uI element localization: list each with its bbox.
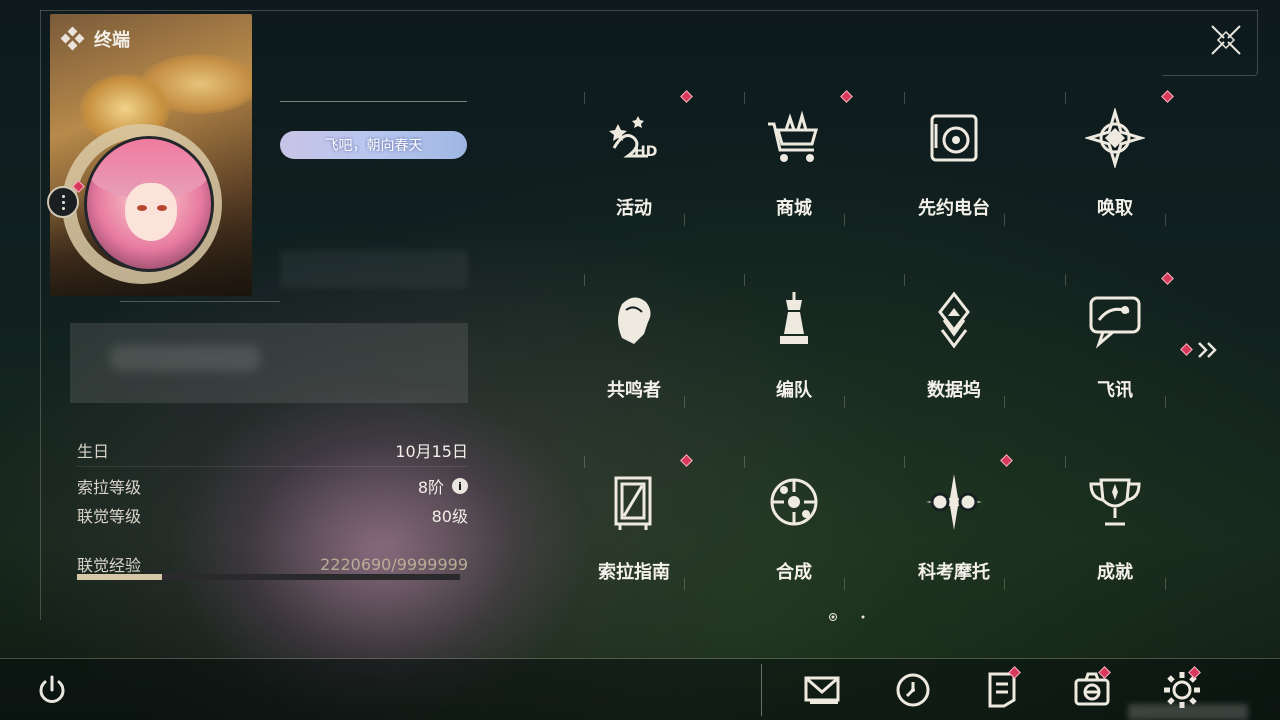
databank-icon xyxy=(938,291,970,349)
clock-icon xyxy=(896,673,930,707)
birthday-value: 10月15日 xyxy=(395,442,468,461)
sola-level-value: 8阶 xyxy=(417,478,444,497)
double-chevron-right-icon xyxy=(1198,342,1217,358)
terminal-header: 终端 xyxy=(60,26,130,52)
grid-item-kokomoto[interactable]: 科考摩托 xyxy=(874,450,1034,626)
clock-button[interactable] xyxy=(893,670,933,710)
mail-icon xyxy=(804,676,840,704)
blurred-name-area xyxy=(280,250,468,288)
avatar[interactable] xyxy=(84,136,214,272)
events-2nd-anniversary-icon: HD xyxy=(609,116,657,160)
notification-badge xyxy=(1000,454,1013,467)
chat-bubble-icon xyxy=(1089,296,1141,349)
notification-badge xyxy=(840,90,853,103)
sola-level-label: 索拉等级 xyxy=(77,478,142,497)
profile-divider xyxy=(120,301,280,302)
signature-badge[interactable]: 飞吧，朝向春天 xyxy=(280,131,467,159)
union-level-value: 80级 xyxy=(431,507,468,526)
union-exp-label: 联觉经验 xyxy=(77,556,142,575)
grid-item-achievements[interactable]: 成就 xyxy=(1035,450,1195,626)
shop-cart-icon xyxy=(768,110,818,162)
motorcycle-icon xyxy=(926,474,982,530)
grid-item-label: 成就 xyxy=(1097,562,1133,583)
union-level-label: 联觉等级 xyxy=(77,507,142,526)
blurred-id-box xyxy=(70,323,468,403)
corner-watermark xyxy=(1128,704,1248,720)
bottom-divider xyxy=(0,658,1280,659)
info-icon[interactable]: i xyxy=(452,478,468,494)
frame-line-left xyxy=(40,10,41,620)
grid-item-label: 科考摩托 xyxy=(918,562,990,583)
grid-item-synthesis[interactable]: 合成 xyxy=(714,450,874,626)
power-button[interactable] xyxy=(34,672,70,708)
convene-compass-icon xyxy=(1085,108,1145,168)
page-title: 终端 xyxy=(94,30,130,51)
notification-badge xyxy=(1161,90,1174,103)
grid-item-shop[interactable]: 商城 xyxy=(714,86,874,262)
grid-item-label: 编队 xyxy=(776,380,812,401)
power-icon xyxy=(39,675,65,703)
grid-item-label: 唤取 xyxy=(1097,198,1133,219)
birthday-row: 生日 10月15日 xyxy=(77,438,468,462)
sola-level-row: 索拉等级 8阶 i xyxy=(77,474,468,498)
notification-badge xyxy=(1161,272,1174,285)
grid-item-guidebook[interactable]: 索拉指南 xyxy=(554,450,714,626)
grid-item-label: 先约电台 xyxy=(918,198,990,219)
grid-item-radio[interactable]: 先约电台 xyxy=(874,86,1034,262)
next-page-button[interactable] xyxy=(1196,340,1236,360)
grid-item-label: 飞讯 xyxy=(1097,380,1133,401)
notice-button[interactable] xyxy=(982,666,1022,710)
notification-badge xyxy=(680,454,693,467)
grid-item-resonators[interactable]: 共鸣者 xyxy=(554,268,714,444)
close-button[interactable] xyxy=(1208,22,1244,58)
grid-item-databank[interactable]: 数据坞 xyxy=(874,268,1034,444)
page-indicator xyxy=(829,613,865,621)
resonator-portrait-icon xyxy=(618,297,651,344)
union-exp-row: 联觉经验 2220690/9999999 xyxy=(77,552,468,576)
bottom-separator xyxy=(761,664,762,716)
more-dots-icon xyxy=(61,194,65,198)
union-exp-progress-bar xyxy=(77,574,460,580)
guidebook-icon xyxy=(614,476,652,530)
grid-item-label: 活动 xyxy=(616,198,652,219)
frame-line-top xyxy=(40,10,1258,11)
camera-button[interactable] xyxy=(1072,666,1112,710)
grid-item-messages[interactable]: 飞讯 xyxy=(1035,268,1195,444)
grid-item-label: 索拉指南 xyxy=(598,562,670,583)
page-dot xyxy=(861,615,865,619)
grid-item-label: 共鸣者 xyxy=(607,380,661,401)
team-chess-icon xyxy=(780,292,808,344)
notification-badge xyxy=(680,90,693,103)
grid-item-team[interactable]: 编队 xyxy=(714,268,874,444)
birthday-label: 生日 xyxy=(77,442,110,461)
signature-divider xyxy=(280,101,467,102)
close-icon xyxy=(1211,25,1241,55)
grid-item-activity[interactable]: HD 活动 xyxy=(554,86,714,262)
grid-item-label: 合成 xyxy=(776,562,812,583)
union-exp-progress-fill xyxy=(77,574,163,580)
synthesis-icon xyxy=(770,478,818,526)
svg-text:HD: HD xyxy=(634,144,657,160)
terminal-logo-icon xyxy=(60,26,85,51)
grid-item-convene[interactable]: 唤取 xyxy=(1035,86,1195,262)
union-level-row: 联觉等级 80级 xyxy=(77,503,468,527)
trophy-icon xyxy=(1089,478,1141,526)
mail-button[interactable] xyxy=(802,670,842,710)
radio-record-icon xyxy=(930,114,978,162)
union-exp-value: 2220690/9999999 xyxy=(320,554,468,574)
avatar-more-button[interactable] xyxy=(47,186,79,218)
grid-item-label: 商城 xyxy=(776,198,812,219)
grid-item-label: 数据坞 xyxy=(927,380,981,401)
